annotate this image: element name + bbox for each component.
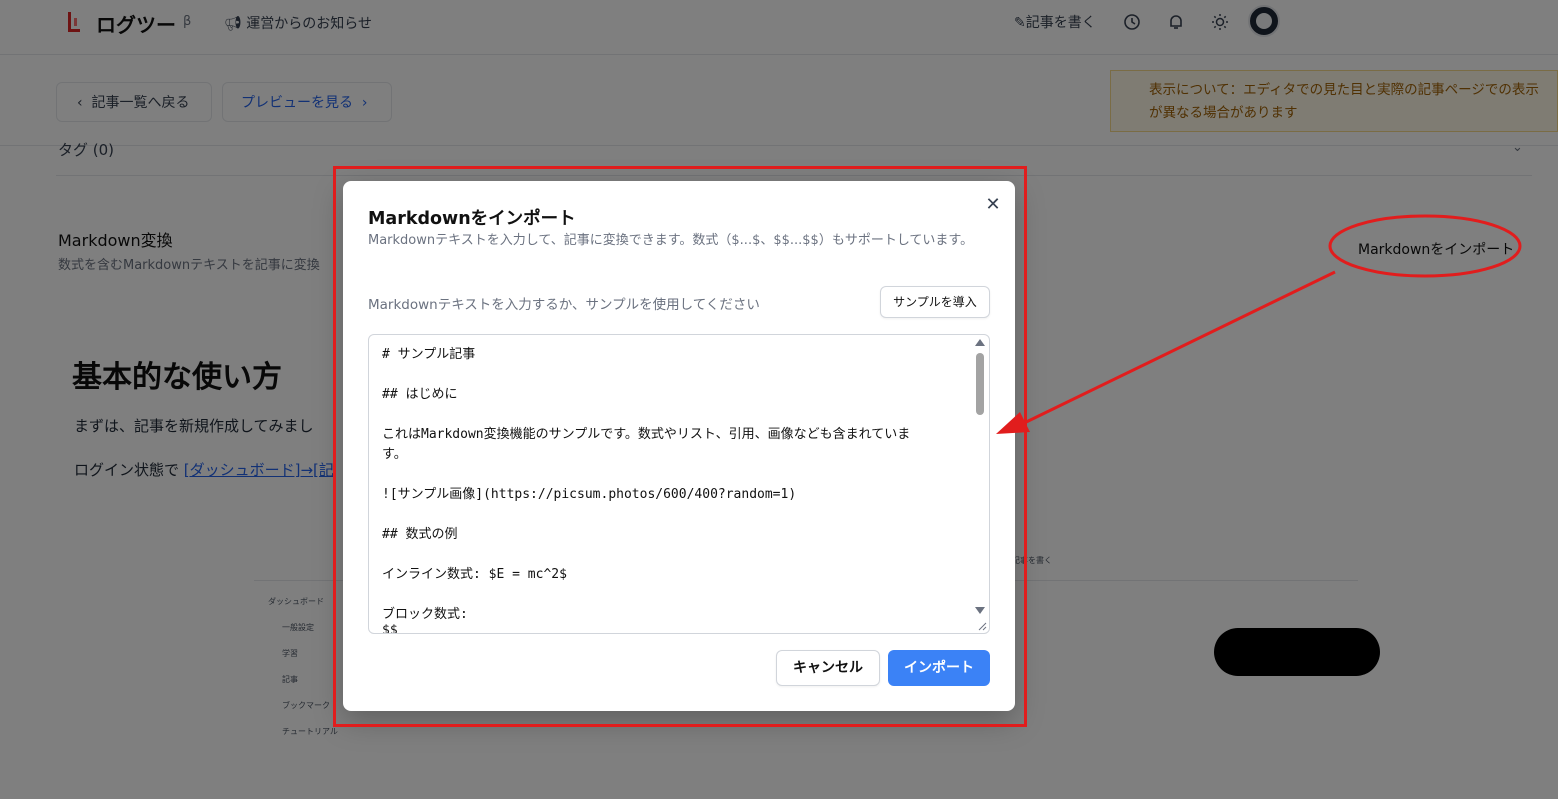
annotation-highlight-box [333, 166, 1027, 727]
annotation-arrow-icon [996, 214, 1522, 434]
